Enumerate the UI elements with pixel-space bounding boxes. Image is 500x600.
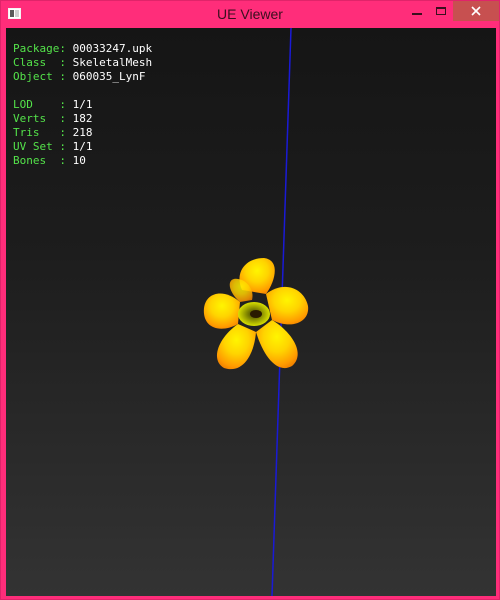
info-row-verts: Verts : 182 bbox=[13, 112, 152, 126]
title-bar[interactable]: UE Viewer bbox=[1, 1, 499, 28]
object-value: 060035_LynF bbox=[72, 70, 146, 83]
info-row-object: Object : 060035_LynF bbox=[13, 70, 152, 84]
flower-mesh bbox=[203, 258, 309, 370]
maximize-icon bbox=[435, 7, 446, 15]
package-label: Package: bbox=[13, 42, 66, 55]
info-row-lod: LOD : 1/1 bbox=[13, 98, 152, 112]
tris-label: Tris : bbox=[13, 126, 66, 139]
lod-value: 1/1 bbox=[72, 98, 93, 111]
close-button[interactable] bbox=[453, 1, 499, 21]
close-icon bbox=[471, 6, 481, 16]
package-value: 00033247.upk bbox=[72, 42, 153, 55]
3d-viewport[interactable]: Package: 00033247.upk Class : SkeletalMe… bbox=[6, 28, 496, 596]
lod-label: LOD : bbox=[13, 98, 66, 111]
maximize-button[interactable] bbox=[426, 1, 455, 21]
minimize-icon bbox=[411, 13, 422, 15]
info-row-package: Package: 00033247.upk bbox=[13, 42, 152, 56]
bones-label: Bones : bbox=[13, 154, 66, 167]
app-window: UE Viewer Package: 00033247.upk Class: … bbox=[0, 0, 500, 600]
class-value: SkeletalMesh bbox=[72, 56, 153, 69]
object-label: Object : bbox=[13, 70, 66, 83]
class-label: Class : bbox=[13, 56, 66, 69]
uvset-value: 1/1 bbox=[72, 140, 93, 153]
uvset-label: UV Set : bbox=[13, 140, 66, 153]
mesh-info-panel: Package: 00033247.upk Class : SkeletalMe… bbox=[13, 42, 152, 168]
info-row-tris: Tris : 218 bbox=[13, 126, 152, 140]
bones-value: 10 bbox=[72, 154, 86, 167]
verts-value: 182 bbox=[72, 112, 93, 125]
info-row-bones: Bones : 10 bbox=[13, 154, 152, 168]
info-row-uvset: UV Set : 1/1 bbox=[13, 140, 152, 154]
tris-value: 218 bbox=[72, 126, 93, 139]
info-row-class: Class : SkeletalMesh bbox=[13, 56, 152, 70]
verts-label: Verts : bbox=[13, 112, 66, 125]
